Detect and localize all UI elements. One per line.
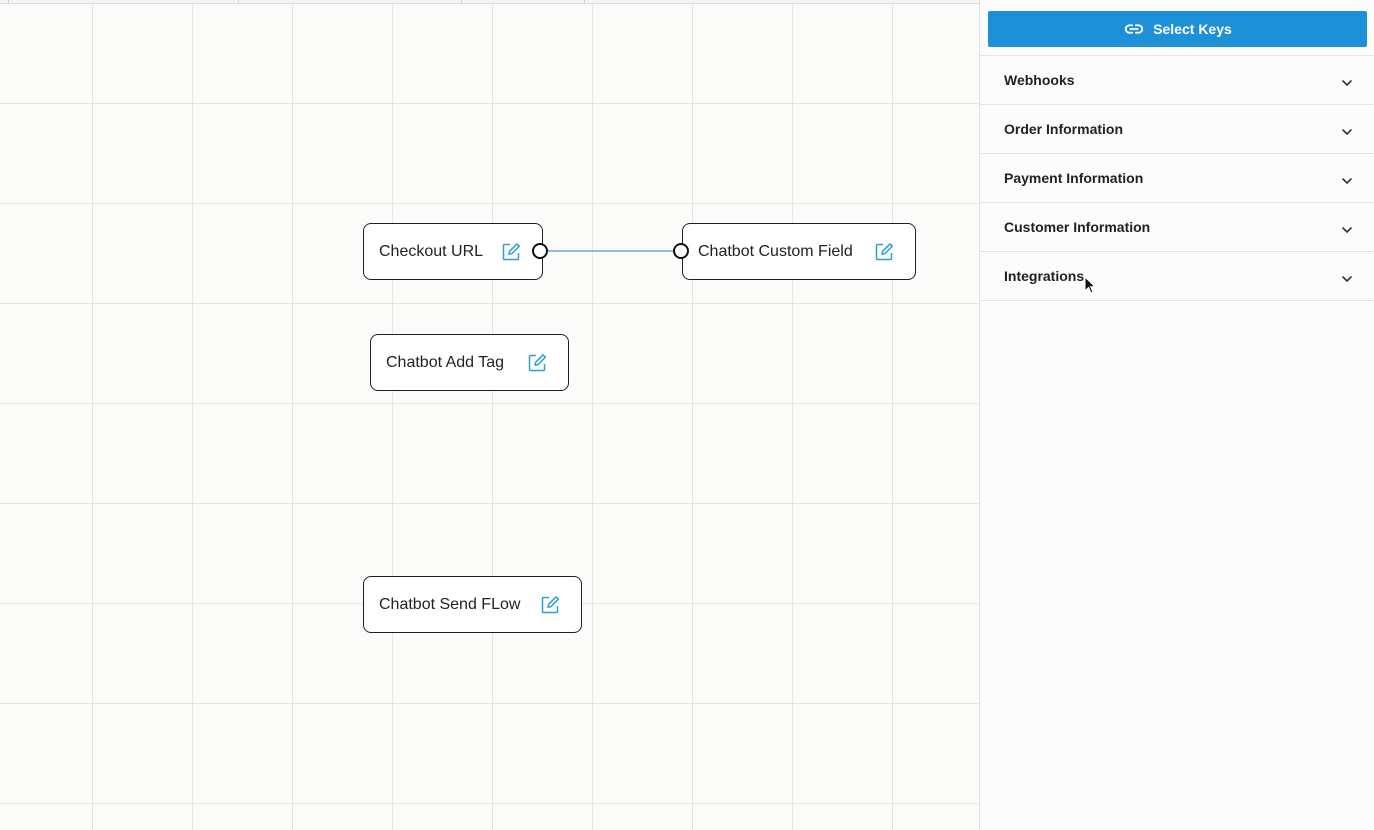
select-keys-button[interactable]: Select Keys (988, 11, 1367, 47)
edit-icon[interactable] (540, 595, 560, 615)
flow-builder: Checkout URL Chatbot Custom Field Chatbo… (0, 0, 1374, 830)
flow-canvas[interactable]: Checkout URL Chatbot Custom Field Chatbo… (0, 0, 979, 830)
edit-icon[interactable] (874, 242, 894, 262)
strip-divider (8, 0, 9, 3)
node-chatbot-add-tag[interactable]: Chatbot Add Tag (370, 334, 569, 391)
strip-divider (461, 0, 462, 3)
select-keys-label: Select Keys (1153, 21, 1232, 37)
node-chatbot-send-flow[interactable]: Chatbot Send FLow (363, 576, 582, 633)
section-webhooks[interactable]: Webhooks (980, 56, 1374, 105)
edit-icon[interactable] (527, 353, 547, 373)
section-title: Payment Information (1004, 170, 1144, 186)
key-sections-list: Webhooks Order Information Payment Infor… (980, 55, 1374, 301)
link-icon (1125, 24, 1144, 34)
strip-divider (584, 0, 585, 3)
section-integrations[interactable]: Integrations (980, 252, 1374, 301)
node-label: Chatbot Add Tag (386, 353, 505, 371)
section-customer-information[interactable]: Customer Information (980, 203, 1374, 252)
chevron-down-icon (1342, 276, 1352, 282)
section-title: Customer Information (1004, 219, 1151, 235)
node-label: Chatbot Custom Field (698, 242, 853, 260)
chevron-down-icon (1342, 227, 1352, 233)
chevron-down-icon (1342, 129, 1352, 135)
section-order-information[interactable]: Order Information (980, 105, 1374, 154)
chevron-down-icon (1342, 178, 1352, 184)
input-port[interactable] (673, 243, 689, 259)
edges-layer (548, 250, 673, 252)
canvas-top-strip (0, 0, 979, 4)
output-port[interactable] (532, 243, 548, 259)
node-checkout-url[interactable]: Checkout URL (363, 223, 543, 280)
section-payment-information[interactable]: Payment Information (980, 154, 1374, 203)
node-label: Checkout URL (379, 242, 484, 260)
edit-icon[interactable] (501, 242, 521, 262)
strip-divider (238, 0, 239, 3)
section-title: Order Information (1004, 121, 1124, 137)
node-chatbot-custom-field[interactable]: Chatbot Custom Field (682, 223, 916, 280)
chevron-down-icon (1342, 80, 1352, 86)
section-title: Webhooks (1004, 72, 1075, 88)
node-label: Chatbot Send FLow (379, 595, 521, 613)
section-title: Integrations (1004, 268, 1085, 284)
keys-sidebar: Select Keys Webhooks Order Information P… (979, 0, 1374, 830)
